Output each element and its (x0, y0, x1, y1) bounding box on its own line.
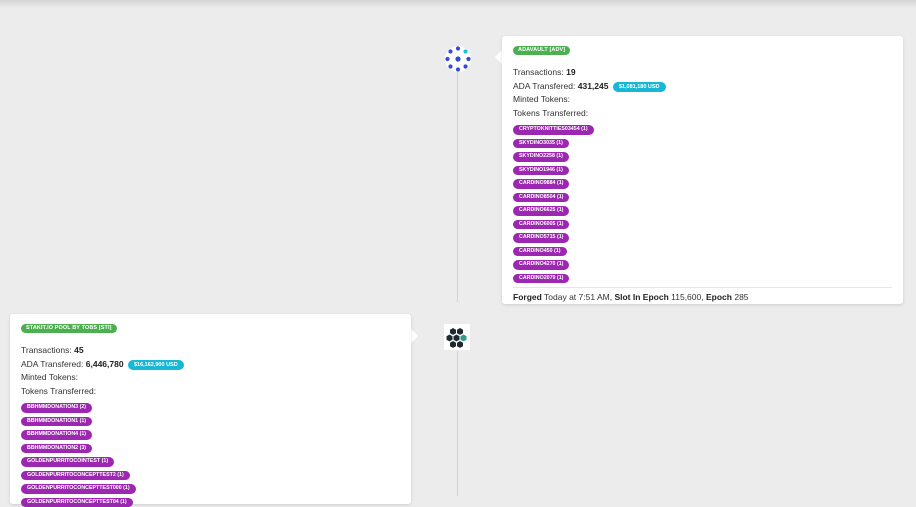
token-badge[interactable]: BBHMMDONATION4 (1) (21, 430, 93, 440)
token-list: BBHMMDONATION3 (2) BBHMMDONATION1 (1) BB… (21, 399, 400, 507)
token-badge[interactable]: BBHMMDONATION1 (1) (21, 416, 93, 427)
token-badge[interactable]: GOLDENPURRITOCONCEPTTEST2 (1) (21, 470, 130, 481)
token-badge[interactable]: BBHMMDONATION2 (3) (21, 443, 93, 454)
token-badge[interactable]: GOLDENPURRITOCOINTEST (1) (21, 457, 115, 467)
timeline-line (457, 351, 458, 496)
ada-transferred-row: ADA Transfered: 431,245 $1,081,180 USD (513, 80, 892, 93)
token-badge[interactable]: CARDINO9884 (1) (513, 179, 570, 189)
token-badge[interactable]: BBHMMDONATION3 (2) (21, 403, 93, 413)
token-badge[interactable]: SKYDINO2258 (1) (513, 152, 569, 162)
minted-tokens-label: Minted Tokens: (513, 94, 571, 105)
token-badge[interactable]: CRYPTOKNITTIES03454 (1) (513, 125, 594, 135)
card-pointer (495, 50, 502, 64)
ada-transferred-row: ADA Transfered: 6,446,780 $16,162,900 US… (21, 358, 400, 371)
adavault-logo-icon[interactable] (444, 45, 471, 72)
token-list: CRYPTOKNITTIES03454 (1) SKYDINO3035 (1) … (513, 121, 892, 284)
pool-name-badge[interactable]: ADAVAULT [ADV] (513, 46, 571, 55)
token-badge[interactable]: CARDINO8504 (1) (513, 192, 570, 203)
block-card: STAKIT.IO POOL BY TOBS [STI] Transaction… (10, 314, 411, 507)
token-badge[interactable]: CARDINO4270 (1) (513, 260, 570, 270)
transactions-count: 19 (566, 67, 576, 78)
token-badge[interactable]: CARDINO450 (1) (513, 246, 567, 257)
forged-time: Today at 7:51 AM, (544, 292, 613, 303)
token-badge[interactable]: CARDINO2079 (1) (513, 273, 570, 284)
token-badge[interactable]: SKYDINO3035 (1) (513, 138, 569, 149)
transactions-row: Transactions: 45 (21, 345, 84, 356)
card-pointer (411, 329, 418, 343)
usd-value-badge: $1,081,180 USD (612, 81, 666, 92)
pool-name-badge[interactable]: STAKIT.IO POOL BY TOBS [STI] (21, 324, 117, 333)
top-shade (0, 0, 916, 8)
slot-value: 115,600, (671, 292, 704, 303)
tokens-transferred-label: Tokens Transferred: (21, 385, 97, 396)
tokens-transferred-label: Tokens Transferred: (513, 107, 589, 118)
transactions-row: Transactions: 19 (513, 67, 576, 78)
timeline-line (457, 70, 458, 302)
ada-amount: 431,245 (577, 80, 609, 91)
block-footer: Forged Today at 7:51 AM, Slot In Epoch 1… (513, 287, 892, 304)
token-badge[interactable]: CARDINO6625 (1) (513, 206, 570, 216)
token-badge[interactable]: GOLDENPURRITOCONCEPTTEST04 (1) (21, 497, 133, 507)
ada-amount: 6,446,780 (85, 358, 124, 369)
stakit-hexagon-logo-icon[interactable] (444, 324, 470, 350)
block-card: ADAVAULT [ADV] Transactions: 19 ADA Tran… (502, 36, 903, 304)
epoch-value: 285 (734, 292, 749, 303)
transactions-count: 45 (74, 345, 84, 356)
usd-value-badge: $16,162,900 USD (127, 359, 184, 370)
token-badge[interactable]: CARDINO5715 (1) (513, 233, 570, 243)
token-badge[interactable]: SKYDINO1946 (1) (513, 165, 569, 176)
minted-tokens-label: Minted Tokens: (21, 372, 79, 383)
token-badge[interactable]: CARDINO6005 (1) (513, 219, 570, 230)
token-badge[interactable]: GOLDENPURRITOCONCEPTTEST000 (1) (21, 484, 136, 494)
